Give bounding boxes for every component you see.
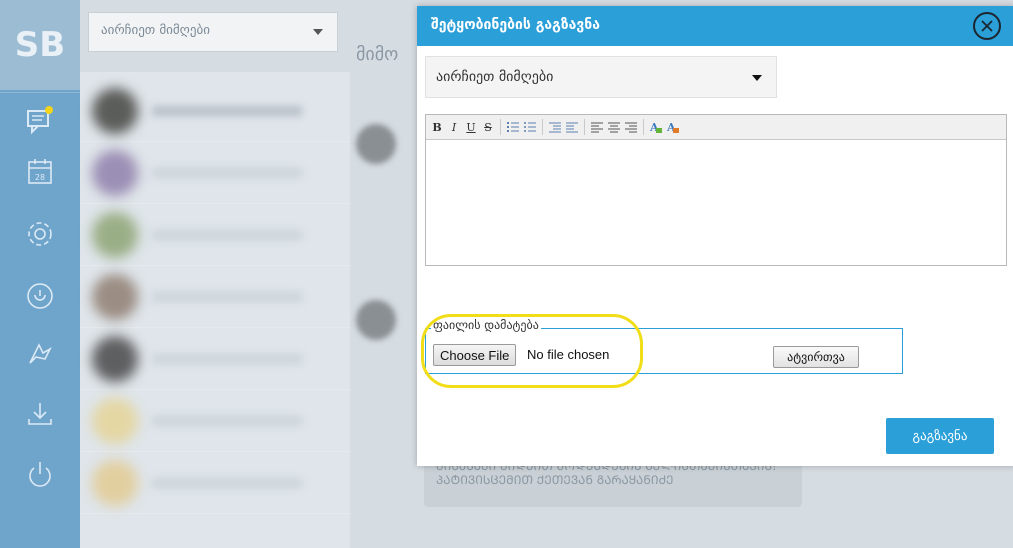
close-button[interactable] xyxy=(973,12,1001,40)
toolbar-separator xyxy=(500,119,501,135)
chevron-down-icon xyxy=(313,29,323,35)
send-button[interactable]: გაგზავნა xyxy=(886,418,994,454)
list-item[interactable] xyxy=(80,204,350,266)
settings-gear-icon[interactable] xyxy=(24,218,56,250)
chevron-down-icon xyxy=(752,75,762,81)
avatar xyxy=(356,124,396,164)
highlight-color-icon[interactable]: A xyxy=(666,118,680,136)
bulleted-list-icon[interactable] xyxy=(523,118,537,136)
recipients-select-value: აირჩიეთ მიმღები xyxy=(436,69,554,85)
toolbar-separator xyxy=(584,119,585,135)
indent-icon[interactable] xyxy=(565,118,579,136)
italic-button[interactable]: I xyxy=(447,118,461,136)
calendar-icon[interactable]: 28 xyxy=(24,156,56,188)
modal-title: შეტყობინების გაგზავნა xyxy=(431,17,600,33)
outdent-icon[interactable] xyxy=(548,118,562,136)
toolbar-separator xyxy=(643,119,644,135)
compose-message-modal: შეტყობინების გაგზავნა აირჩიეთ მიმღები B … xyxy=(417,6,1013,466)
list-item[interactable] xyxy=(80,142,350,204)
text-color-icon[interactable]: A xyxy=(649,118,663,136)
close-icon xyxy=(981,20,993,32)
list-item[interactable] xyxy=(80,80,350,142)
conversation-list: აირჩიეთ მიმღები xyxy=(80,0,350,548)
bold-button[interactable]: B xyxy=(430,118,444,136)
strikethrough-button[interactable]: S xyxy=(481,118,495,136)
app-logo: SB xyxy=(0,0,80,90)
align-left-icon[interactable] xyxy=(590,118,604,136)
upload-button[interactable]: ატვირთვა xyxy=(773,346,859,368)
underline-button[interactable]: U xyxy=(464,118,478,136)
modal-header: შეტყობინების გაგზავნა xyxy=(417,6,1013,46)
logout-power-icon[interactable] xyxy=(24,458,56,490)
list-item[interactable] xyxy=(80,452,350,514)
align-center-icon[interactable] xyxy=(607,118,621,136)
chat-icon[interactable] xyxy=(24,104,56,136)
recipient-filter-label: აირჩიეთ მიმღები xyxy=(101,23,210,38)
signature-icon[interactable] xyxy=(24,338,56,370)
power-circle-icon[interactable] xyxy=(24,280,56,312)
rail-divider xyxy=(0,92,80,93)
avatar xyxy=(356,300,396,340)
message-body-textarea[interactable] xyxy=(426,141,1006,265)
list-item[interactable] xyxy=(80,328,350,390)
main-title: მიმო xyxy=(356,44,399,65)
recipient-filter-select[interactable]: აირჩიეთ მიმღები xyxy=(88,12,338,52)
align-right-icon[interactable] xyxy=(624,118,638,136)
ordered-list-icon[interactable] xyxy=(506,118,520,136)
rich-text-editor: B I U S A A xyxy=(425,114,1007,266)
recipients-select[interactable]: აირჩიეთ მიმღები xyxy=(425,56,777,98)
list-header: აირჩიეთ მიმღები xyxy=(80,0,350,72)
list-item[interactable] xyxy=(80,390,350,452)
toolbar-separator xyxy=(542,119,543,135)
editor-toolbar: B I U S A A xyxy=(426,115,1006,140)
list-item[interactable] xyxy=(80,266,350,328)
download-icon[interactable] xyxy=(24,398,56,430)
side-rail: SB 28 xyxy=(0,0,80,548)
calendar-day: 28 xyxy=(35,173,45,182)
highlight-annotation-ring xyxy=(421,314,643,388)
